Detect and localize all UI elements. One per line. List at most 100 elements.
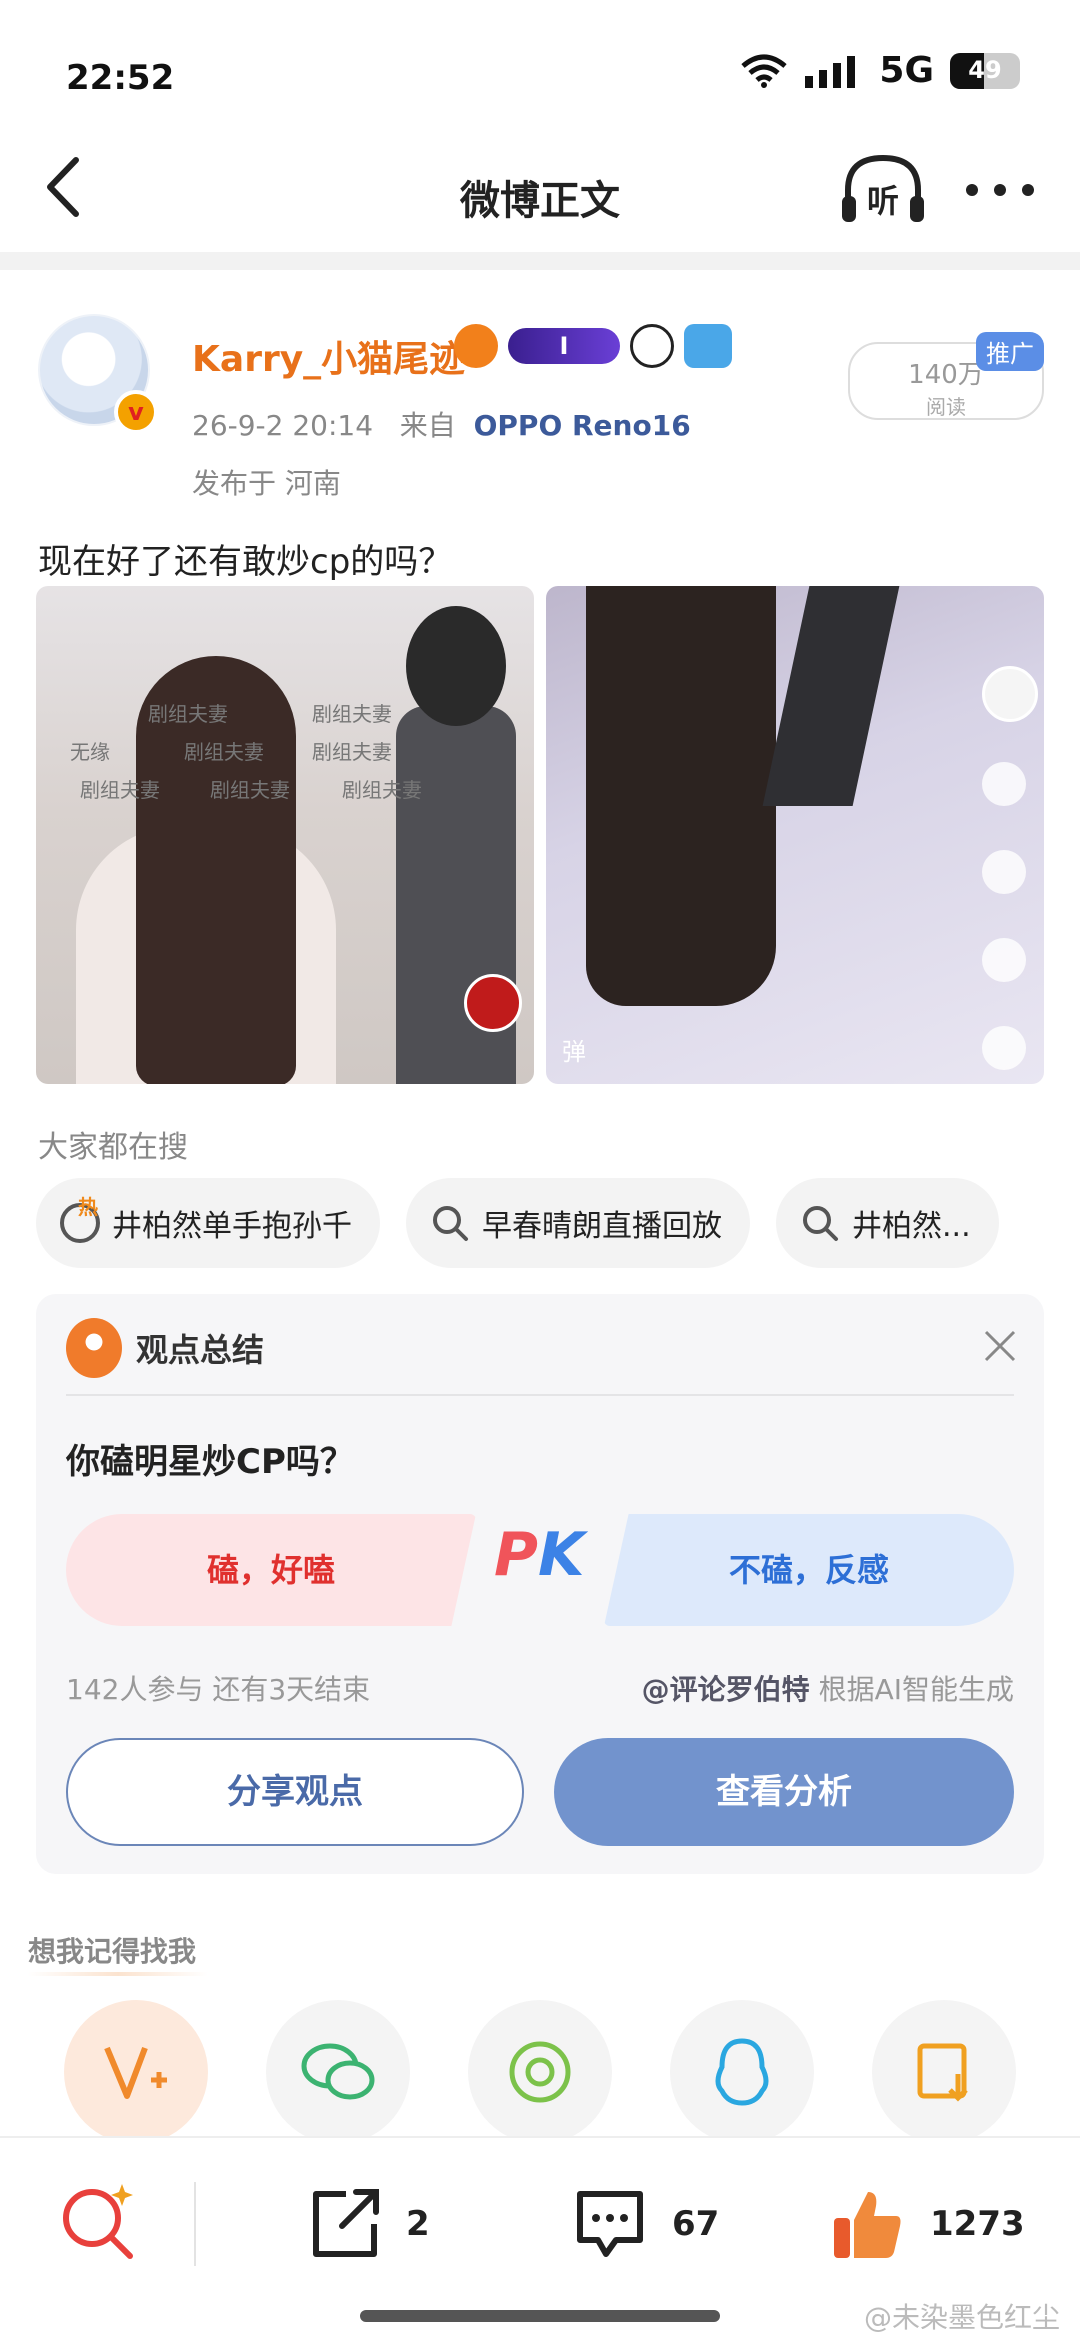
divider [0,252,1080,270]
listen-label: 听 [867,182,899,220]
remember-label: 想我记得找我 [28,1935,197,1968]
moments-share-button[interactable] [468,2000,612,2144]
poll-question: 你磕明星炒CP吗？ [66,1442,354,1482]
user-badges: I [454,324,732,368]
divider [66,1394,1014,1396]
image-overlay-text: 剧组夫妻 [148,702,228,726]
image-figure [406,606,506,726]
save-image-button[interactable] [872,2000,1016,2144]
pk-letter-k: K [537,1520,585,1590]
post-location: 发布于 河南 [192,467,341,500]
wechat-share-button[interactable] [266,2000,410,2144]
remember-underline [28,1972,208,1976]
share-icon [982,1026,1026,1070]
member-badge: I [508,328,620,364]
pumpkin-badge-icon [454,324,498,368]
trending-chip[interactable]: 井柏然单手抱孙千 [36,1178,380,1268]
verified-badge-icon: v [114,390,158,434]
promo-widget[interactable]: 140万 阅读 推广 [846,292,1044,422]
panda-badge-icon [630,324,674,368]
more-icon[interactable] [960,170,1040,210]
image-overlay-text: 剧组夫妻 [312,702,392,726]
post-device[interactable]: OPPO Reno16 [474,409,691,442]
image-figure [762,586,900,806]
read-label: 阅读 [926,395,966,419]
vplus-icon [104,2046,167,2099]
nav-bar: 微博正文 听 [0,130,1080,250]
home-indicator[interactable] [360,2310,720,2322]
image-figure [586,586,776,1006]
trending-chip-label: 井柏然单手抱孙千 [112,1209,352,1244]
image-overlay-text: 剧组夫妻 [184,740,264,764]
pk-label: PK [494,1520,584,1590]
image-overlay-text: 剧组夫妻 [312,740,392,764]
status-icons: 5G 49 [741,50,1020,91]
listen-icon[interactable]: 听 [838,150,928,230]
ai-note-text: 根据AI智能生成 [809,1673,1014,1706]
comment-button[interactable]: 67 [572,2182,719,2266]
comment-count: 67 [672,2204,720,2244]
trending-chip-label: 早春晴朗直播回放 [482,1209,722,1244]
ai-note: @评论罗伯特 根据AI智能生成 [642,1668,1014,1708]
image-overlay-text: 无缘 [70,740,110,764]
qq-icon [715,2038,769,2106]
trending-chip[interactable]: 早春晴朗直播回放 [406,1178,750,1268]
signal-icon [805,55,856,88]
star-icon [982,938,1026,982]
trending-chip[interactable]: 井柏然... [776,1178,999,1268]
opinion-card: 观点总结 你磕明星炒CP吗？ 磕，好嗑 PK 不磕，反感 142人参与 还有3天… [36,1294,1044,1874]
share-row [0,2000,1080,2146]
image-side-icons [982,666,1038,1084]
status-time: 22:52 [66,58,175,98]
vote-no-button[interactable]: 不磕，反感 [604,1514,1014,1626]
image-overlay-text: 剧组夫妻 [80,778,160,802]
like-count: 1273 [930,2204,1025,2244]
heart-icon [982,762,1026,806]
post-image-2[interactable]: 弹 [546,586,1044,1084]
image-avatar [982,666,1038,722]
card-title: 观点总结 [136,1331,265,1369]
moments-icon [509,2041,571,2103]
ai-search-icon[interactable] [56,2178,140,2262]
post-header: v Karry_小猫尾迹 I 26-9-2 20:14 来自 OPPO Reno… [0,270,1080,510]
repost-count: 2 [406,2204,430,2244]
pk-letter-p: P [494,1520,538,1590]
divider [194,2182,196,2266]
post-date: 26-9-2 20:14 [192,409,374,442]
status-bar: 22:52 5G 49 [0,0,1080,130]
trending-chip-label: 井柏然... [852,1209,971,1244]
wifi-icon [741,54,788,88]
save-image-icon [917,2043,968,2102]
vote-yes-button[interactable]: 磕，好嗑 [66,1514,476,1626]
image-avatar [464,974,522,1032]
post-meta: 26-9-2 20:14 来自 OPPO Reno16 [192,404,691,444]
image-overlay-text: 剧组夫妻 [210,778,290,802]
like-button[interactable]: 1273 [830,2182,1025,2266]
promo-tag: 推广 [976,332,1044,371]
comment-icon [577,2191,643,2257]
view-analysis-button[interactable]: 查看分析 [554,1738,1014,1846]
search-icon [433,1206,468,1241]
danmaku-badge: 弹 [562,1038,586,1066]
robot-icon [66,1318,122,1378]
thumbs-up-icon [834,2192,901,2258]
username[interactable]: Karry_小猫尾迹 [192,330,465,382]
trending-chips: 井柏然单手抱孙千 早春晴朗直播回放 井柏然... [36,1178,1080,1270]
qq-share-button[interactable] [670,2000,814,2144]
battery-icon: 49 [950,52,1020,89]
ai-mention-link[interactable]: @评论罗伯特 [642,1673,810,1706]
comment-icon [982,850,1026,894]
watermark: @未染墨色红尘 [863,2301,1060,2334]
post-images: 剧组夫妻 剧组夫妻 剧组夫妻 剧组夫妻 无缘 剧组夫妻 剧组夫妻 剧组夫妻 弹 [36,586,1044,1084]
post-image-1[interactable]: 剧组夫妻 剧组夫妻 剧组夫妻 剧组夫妻 无缘 剧组夫妻 剧组夫妻 剧组夫妻 [36,586,534,1084]
close-icon[interactable] [982,1328,1018,1364]
card-header: 观点总结 [66,1318,264,1378]
vplus-share-button[interactable] [64,2000,208,2144]
search-icon [803,1206,838,1241]
wechat-icon [301,2043,375,2100]
trending-label: 大家都在搜 [38,1130,188,1165]
repost-button[interactable]: 2 [306,2182,430,2266]
poll-stats: 142人参与 还有3天结束 [66,1673,371,1706]
share-opinion-button[interactable]: 分享观点 [66,1738,524,1846]
post-text: 现在好了还有敢炒cp的吗？ [38,542,453,582]
